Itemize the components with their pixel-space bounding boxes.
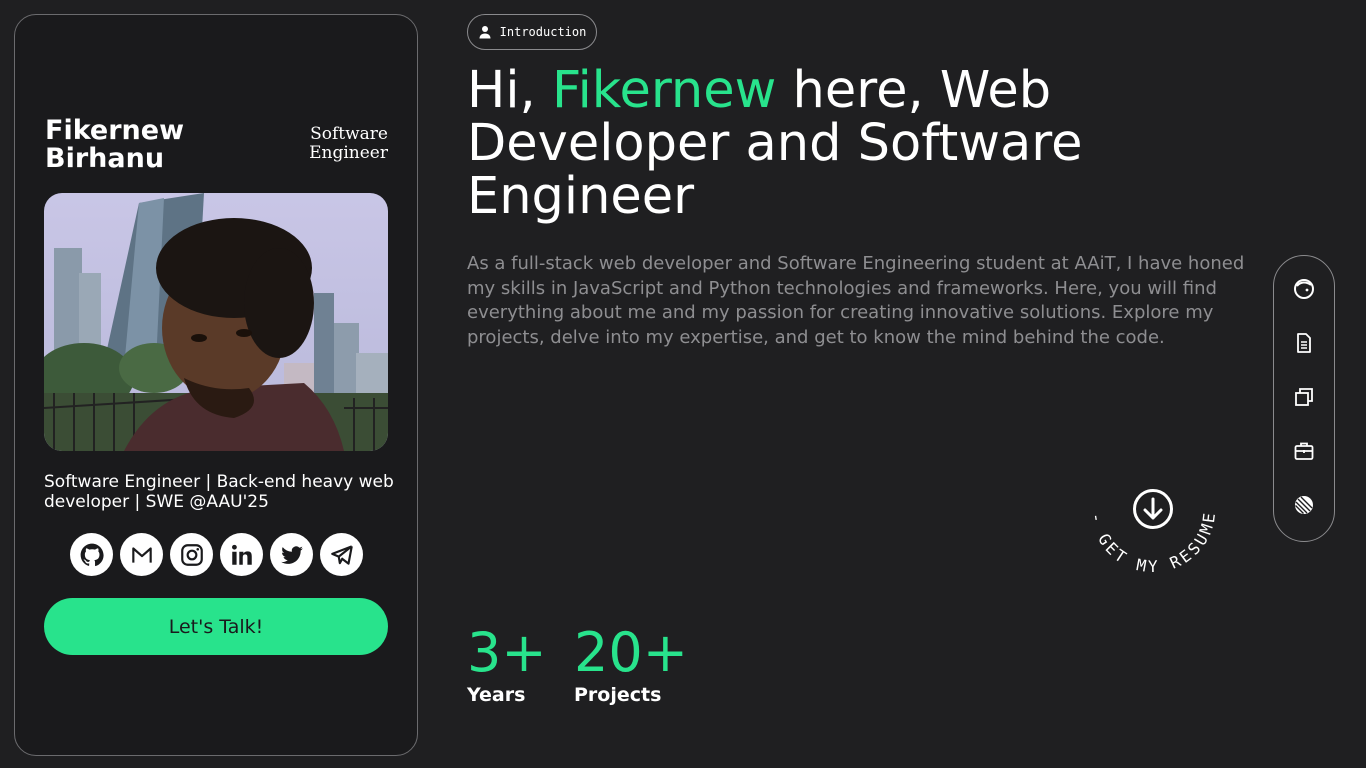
stat-years-label: Years (467, 684, 526, 706)
stat-projects-value: 20+ (574, 621, 688, 684)
profile-card: Fikernew Birhanu Software Engineer Softw… (14, 14, 418, 756)
page-headline: Hi, Fikernew here, Web Developer and Sof… (467, 64, 1187, 223)
telegram-icon (330, 544, 353, 565)
nav-projects[interactable] (1293, 386, 1315, 408)
stat-projects: 20+ Projects (574, 621, 688, 707)
briefcase-icon (1294, 442, 1314, 460)
profile-bio: Software Engineer | Back-end heavy web d… (44, 472, 394, 512)
headline-prefix: Hi, (467, 61, 552, 120)
introduction-label: Introduction (499, 25, 587, 39)
stat-projects-label: Projects (574, 684, 662, 706)
download-icon (1133, 489, 1173, 529)
linkedin-link[interactable] (220, 533, 263, 576)
profile-photo (44, 193, 388, 451)
nav-resume[interactable] (1293, 332, 1315, 354)
get-resume-button[interactable]: - GET MY RESUME - (1078, 435, 1228, 585)
profile-name: Fikernew Birhanu (45, 115, 185, 174)
stat-years: 3+ Years (467, 621, 547, 707)
profile-role: Software Engineer (309, 124, 388, 163)
instagram-link[interactable] (170, 533, 213, 576)
nav-experience[interactable] (1293, 440, 1315, 462)
twitter-link[interactable] (270, 533, 313, 576)
face-icon (1294, 279, 1314, 299)
headline-name: Fikernew (551, 61, 777, 120)
globe-icon (1295, 496, 1313, 514)
gmail-link[interactable] (120, 533, 163, 576)
linkedin-icon (231, 544, 252, 565)
section-nav (1273, 255, 1335, 542)
intro-description: As a full-stack web developer and Softwa… (467, 253, 1245, 348)
document-icon (1297, 333, 1311, 353)
stat-years-value: 3+ (467, 621, 547, 684)
lets-talk-button[interactable]: Let's Talk! (44, 598, 388, 655)
telegram-link[interactable] (320, 533, 363, 576)
introduction-badge: Introduction (467, 14, 597, 50)
twitter-icon (280, 545, 303, 564)
instagram-icon (180, 543, 203, 566)
nav-skills[interactable] (1293, 494, 1315, 516)
user-icon (479, 26, 491, 39)
nav-introduction[interactable] (1293, 278, 1315, 300)
github-link[interactable] (70, 533, 113, 576)
copy-icon (1295, 388, 1313, 406)
github-icon (80, 543, 104, 566)
gmail-icon (131, 546, 152, 563)
social-links (70, 533, 363, 576)
